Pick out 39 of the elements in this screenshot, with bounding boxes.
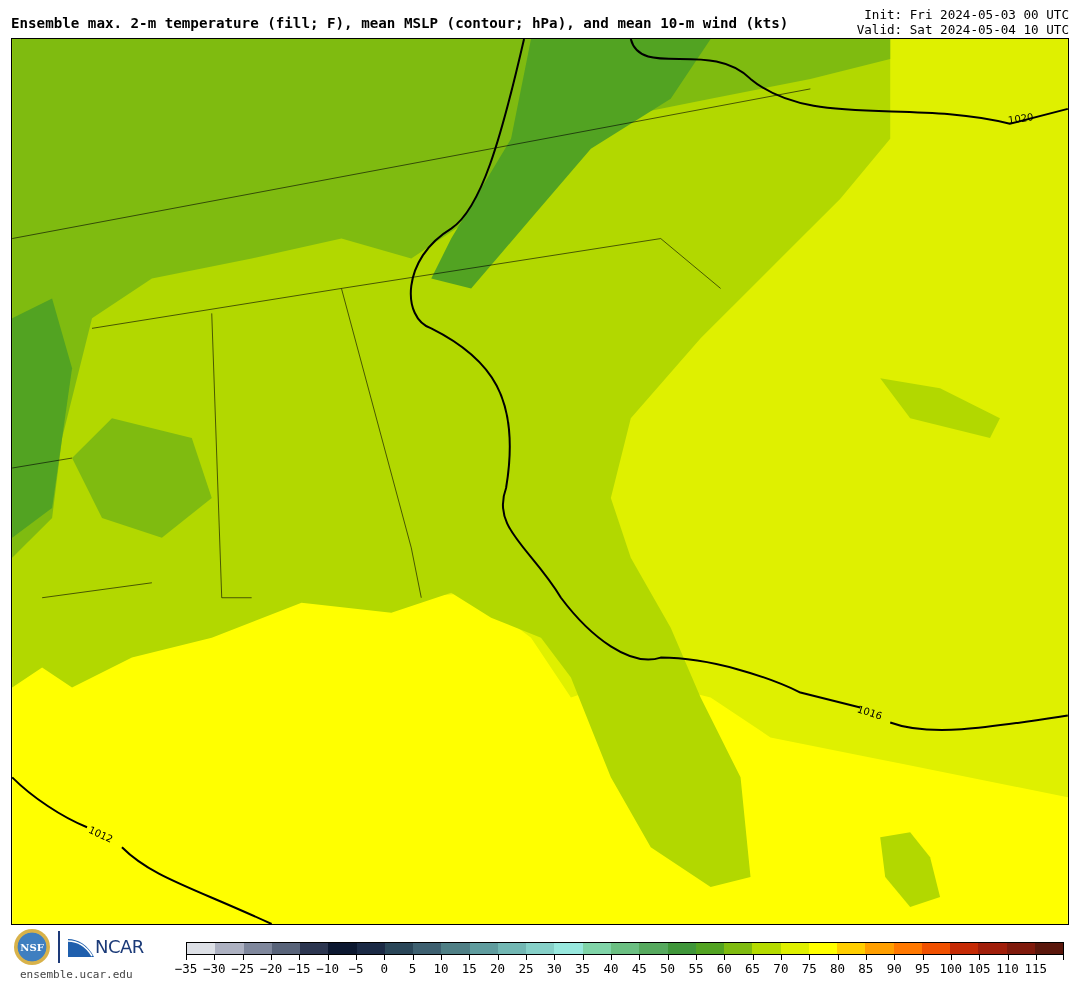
scale-label: 15	[461, 961, 477, 976]
scale-label: −25	[231, 961, 254, 976]
scale-label: 0	[380, 961, 389, 976]
scale-label: 25	[518, 961, 534, 976]
scale-label: 60	[716, 961, 732, 976]
scale-label: 105	[967, 961, 991, 976]
scale-label: 30	[546, 961, 562, 976]
ncar-logo: NCAR	[68, 937, 144, 957]
scale-label: 90	[886, 961, 902, 976]
contour-label: 1012	[86, 824, 115, 845]
scale-label: 35	[575, 961, 591, 976]
scale-label: 80	[830, 961, 846, 976]
scale-label: 55	[688, 961, 704, 976]
scale-label: 10	[433, 961, 449, 976]
chart-title: Ensemble max. 2-m temperature (fill; F), mean MSLP (contour; hPa), and mean 10-m wind (kts)	[11, 15, 789, 31]
scale-label: 65	[745, 961, 761, 976]
scale-label: 50	[660, 961, 676, 976]
nsf-logo: NSF	[14, 929, 50, 965]
scale-label: 115	[1024, 961, 1048, 976]
scale-label: −15	[288, 961, 311, 976]
scale-label: −20	[259, 961, 283, 976]
scale-label: 95	[915, 961, 931, 976]
scale-label: −5	[348, 961, 364, 976]
scale-label: 40	[603, 961, 619, 976]
scale-label: −35	[174, 961, 198, 976]
scale-label: 75	[801, 961, 817, 976]
valid-time: Valid: Sat 2024-05-04 10 UTC	[856, 22, 1069, 37]
scale-label: 20	[490, 961, 506, 976]
scale-label: 85	[858, 961, 874, 976]
contour-label: 1016	[855, 703, 884, 722]
scale-label: 45	[631, 961, 647, 976]
init-time: Init: Fri 2024-05-03 00 UTC	[863, 7, 1069, 22]
scale-label: −30	[203, 961, 226, 976]
scale-label: 5	[408, 961, 417, 976]
website-url: ensemble.ucar.edu	[20, 968, 133, 981]
scale-label: 100	[939, 961, 963, 976]
scale-label: 110	[996, 961, 1019, 976]
scale-label: 70	[773, 961, 789, 976]
scale-label: −10	[316, 961, 339, 976]
